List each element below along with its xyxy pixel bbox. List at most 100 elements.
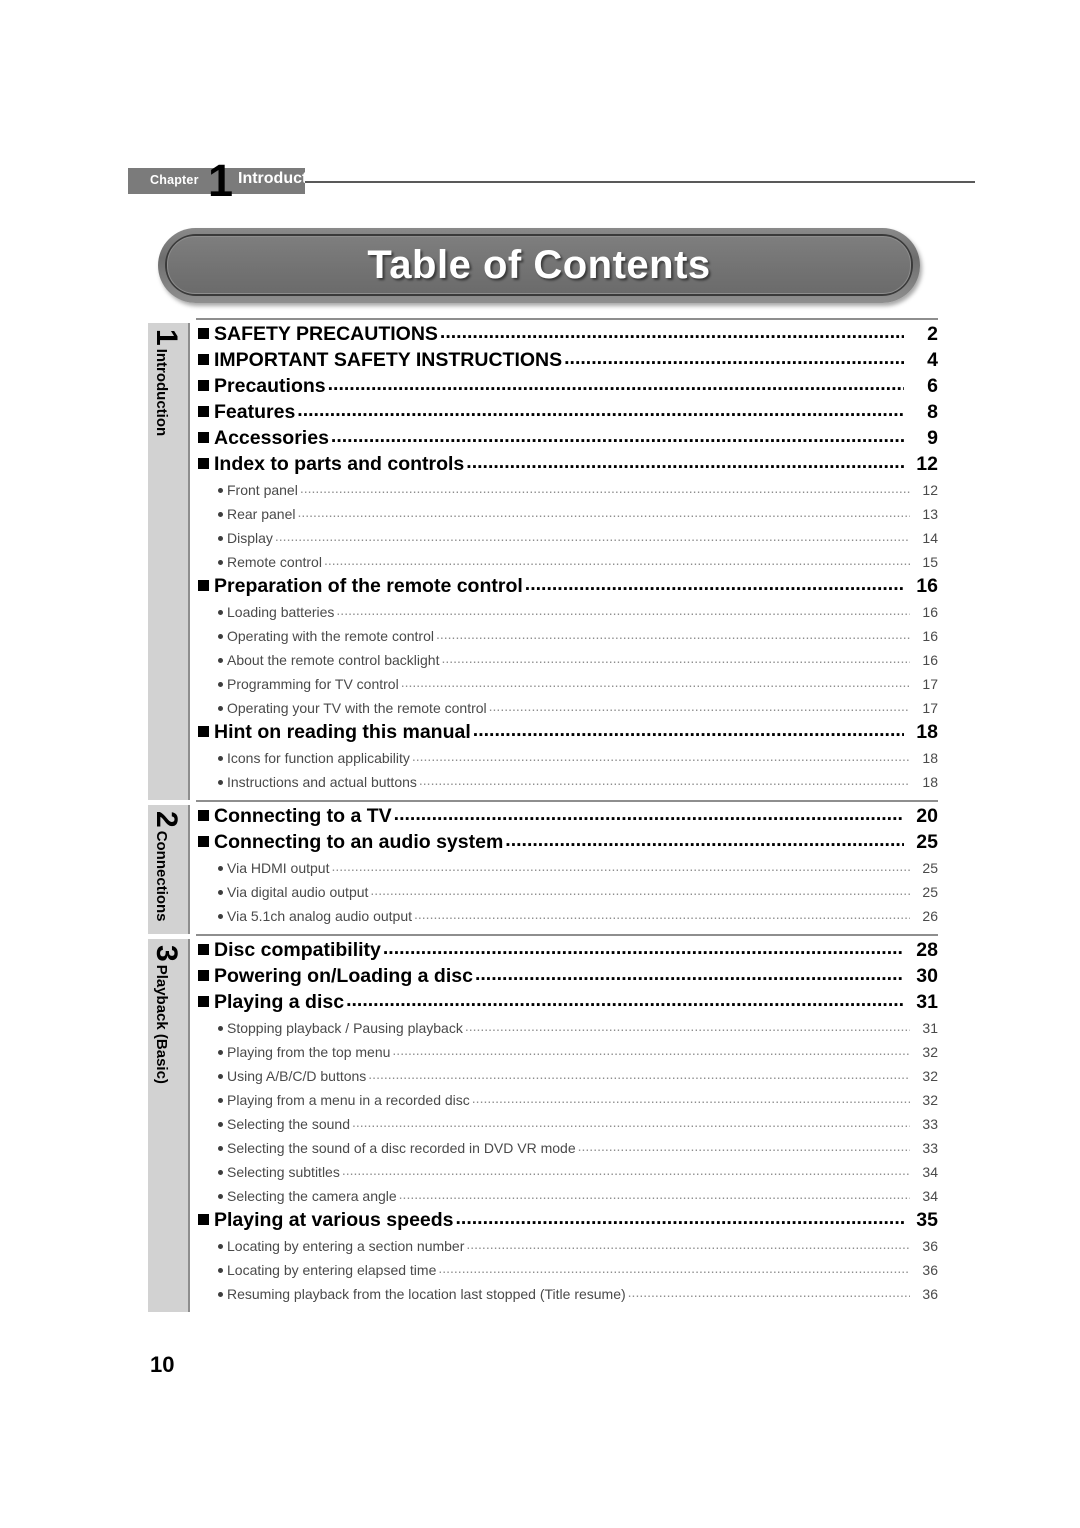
chapter-block: 1 Introduction SAFETY PRECAUTIONS 2 IMPORTAN… — [148, 318, 938, 800]
toc-entry-page: 28 — [916, 939, 938, 961]
toc-entry-minor[interactable]: Selecting the sound of a disc recorded i… — [190, 1137, 938, 1161]
toc-entry-page: 16 — [922, 604, 938, 620]
chapter-body: 2ConnectionsConnecting to a TV20Connecti… — [148, 800, 938, 934]
toc-entry-page: 14 — [922, 530, 938, 546]
chapter-tab-3[interactable]: 3 Playback (Basic) — [148, 939, 188, 1312]
toc-entry-minor[interactable]: Locating by entering elapsed time 36 — [190, 1259, 938, 1283]
chapter-tab-number: 3 — [150, 945, 183, 962]
leader-dots — [475, 966, 904, 982]
toc-entry-minor[interactable]: Via digital audio output 25 — [190, 881, 938, 905]
toc-entry-page: 34 — [922, 1164, 938, 1180]
chapter-tab-1[interactable]: 1 Introduction — [148, 323, 188, 800]
leader-dots — [300, 479, 910, 495]
toc-entry-label: Connecting to a TV — [214, 805, 392, 827]
toc-entry-minor[interactable]: Instructions and actual buttons 18 — [190, 771, 938, 795]
leader-dots — [578, 1137, 910, 1153]
page-number: 10 — [150, 1352, 175, 1377]
round-bullet-icon — [218, 706, 223, 711]
toc-entry-label: Playing at various speeds — [214, 1209, 454, 1231]
toc-entry-label: Preparation of the remote control — [214, 575, 523, 597]
toc-entry-minor[interactable]: Selecting subtitles 34 — [190, 1161, 938, 1185]
toc-entry-minor[interactable]: Using A/B/C/D buttons 32 — [190, 1065, 938, 1089]
toc-entry-page: 16 — [916, 575, 938, 597]
square-bullet-icon — [198, 944, 209, 955]
toc-entry-minor[interactable]: Resuming playback from the location last… — [190, 1283, 938, 1307]
round-bullet-icon — [218, 634, 223, 639]
toc-entry-minor[interactable]: Front panel 12 — [190, 479, 938, 503]
toc-entry-minor[interactable]: Programming for TV control 17 — [190, 673, 938, 697]
toc-entry-major[interactable]: Precautions 6 — [190, 375, 938, 401]
leader-dots — [394, 806, 904, 822]
leader-dots — [466, 454, 904, 470]
toc-entry-minor[interactable]: Playing from the top menu 32 — [190, 1041, 938, 1065]
table-of-contents: 1 Introduction SAFETY PRECAUTIONS 2 IMPORTAN… — [148, 318, 938, 1312]
toc-entry-minor[interactable]: Selecting the camera angle 34 — [190, 1185, 938, 1209]
toc-page: Chapter 1 Introduction Table of Contents… — [0, 0, 1080, 1528]
toc-entry-label: About the remote control backlight — [227, 652, 440, 668]
toc-entry-label: Hint on reading this manual — [214, 721, 471, 743]
toc-entry-page: 18 — [922, 750, 938, 766]
toc-entry-label: Via 5.1ch analog audio output — [227, 908, 413, 924]
toc-entry-label: Playing from a menu in a recorded disc — [227, 1092, 470, 1108]
toc-entry-page: 16 — [922, 628, 938, 644]
toc-entry-label: Features — [214, 401, 296, 423]
toc-entry-major[interactable]: Accessories 9 — [190, 427, 938, 453]
leader-dots — [401, 673, 910, 689]
round-bullet-icon — [218, 1170, 223, 1175]
toc-entry-major[interactable]: Connecting to a TV 20 — [190, 805, 938, 831]
toc-entry-label: Powering on/Loading a disc — [214, 965, 473, 987]
toc-entry-minor[interactable]: Via 5.1ch analog audio output 26 — [190, 905, 938, 929]
toc-entry-minor[interactable]: Locating by entering a section number 36 — [190, 1235, 938, 1259]
toc-entry-label: Using A/B/C/D buttons — [227, 1068, 367, 1084]
square-bullet-icon — [198, 328, 209, 339]
chapter-running-header: Chapter 1 Introduction — [128, 158, 975, 203]
toc-entry-label: Front panel — [227, 482, 298, 498]
square-bullet-icon — [198, 726, 209, 737]
toc-entry-major[interactable]: IMPORTANT SAFETY INSTRUCTIONS 4 — [190, 349, 938, 375]
round-bullet-icon — [218, 1146, 223, 1151]
page-title-banner: Table of Contents — [158, 228, 920, 303]
toc-entry-major[interactable]: Features 8 — [190, 401, 938, 427]
round-bullet-icon — [218, 488, 223, 493]
toc-entry-major[interactable]: Hint on reading this manual 18 — [190, 721, 938, 747]
banner-inner-face: Table of Contents — [167, 236, 911, 294]
toc-entry-major[interactable]: Index to parts and controls 12 — [190, 453, 938, 479]
toc-entry-minor[interactable]: Loading batteries 16 — [190, 601, 938, 625]
toc-entry-label: Accessories — [214, 427, 329, 449]
toc-entry-minor[interactable]: Icons for function applicability 18 — [190, 747, 938, 771]
toc-entry-minor[interactable]: Operating with the remote control 16 — [190, 625, 938, 649]
toc-entry-label: Via HDMI output — [227, 860, 330, 876]
leader-dots — [331, 857, 910, 873]
toc-entry-minor[interactable]: Stopping playback / Pausing playback 31 — [190, 1017, 938, 1041]
toc-entry-minor[interactable]: Playing from a menu in a recorded disc 32 — [190, 1089, 938, 1113]
toc-entry-page: 25 — [922, 860, 938, 876]
toc-entry-label: Operating your TV with the remote contro… — [227, 700, 487, 716]
round-bullet-icon — [218, 560, 223, 565]
toc-entry-label: Index to parts and controls — [214, 453, 465, 475]
square-bullet-icon — [198, 458, 209, 469]
toc-entry-major[interactable]: Connecting to an audio system 25 — [190, 831, 938, 857]
toc-entry-minor[interactable]: Via HDMI output 25 — [190, 857, 938, 881]
toc-entry-minor[interactable]: Operating your TV with the remote contro… — [190, 697, 938, 721]
leader-dots — [564, 350, 904, 366]
toc-entry-major[interactable]: Playing at various speeds 35 — [190, 1209, 938, 1235]
toc-entry-major[interactable]: Playing a disc 31 — [190, 991, 938, 1017]
chapter-block: 2ConnectionsConnecting to a TV20Connecti… — [148, 800, 938, 934]
leader-dots — [392, 1041, 910, 1057]
toc-entry-minor[interactable]: Selecting the sound 33 — [190, 1113, 938, 1137]
toc-entry-major[interactable]: Powering on/Loading a disc 30 — [190, 965, 938, 991]
leader-dots — [473, 722, 904, 738]
toc-entry-minor[interactable]: Display 14 — [190, 527, 938, 551]
round-bullet-icon — [218, 1268, 223, 1273]
toc-entry-major[interactable]: SAFETY PRECAUTIONS 2 — [190, 323, 938, 349]
toc-entry-page: 13 — [922, 506, 938, 522]
toc-entry-minor[interactable]: About the remote control backlight 16 — [190, 649, 938, 673]
toc-entry-major[interactable]: Preparation of the remote control 16 — [190, 575, 938, 601]
toc-entry-major[interactable]: Disc compatibility 28 — [190, 939, 938, 965]
toc-entry-minor[interactable]: Remote control 15 — [190, 551, 938, 575]
chapter-body: 1 Introduction SAFETY PRECAUTIONS 2 IMPORTAN… — [148, 318, 938, 800]
toc-entry-minor[interactable]: Rear panel 13 — [190, 503, 938, 527]
square-bullet-icon — [198, 996, 209, 1007]
chapter-tab-2[interactable]: 2 Connections — [148, 805, 188, 934]
square-bullet-icon — [198, 406, 209, 417]
